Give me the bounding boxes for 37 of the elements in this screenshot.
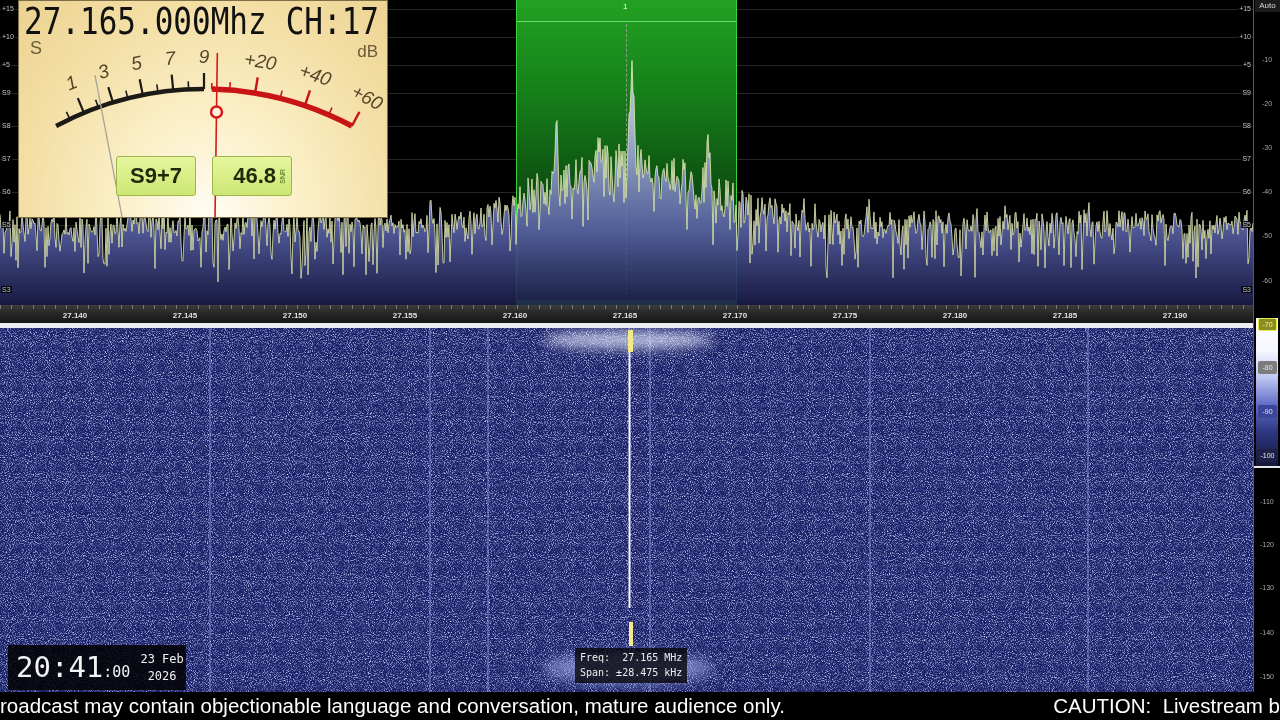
snr-value: 46.8 <box>233 165 276 187</box>
ticker-text: CAUTION: Livestream b <box>1053 695 1280 717</box>
ticker-text: roadcast may contain objectionable language and conversation, mature audience only. <box>0 695 785 717</box>
frequency-label: 27.170 <box>721 312 749 320</box>
cursor-value: 27.165 MHz <box>621 653 683 663</box>
clock-year: 2026 <box>147 670 177 682</box>
s-scale-label: 3 <box>95 59 112 83</box>
frequency-label: 27.145 <box>171 312 199 320</box>
channel-readout: CH:17 <box>285 2 379 40</box>
s-scale-label: 5 <box>129 51 144 75</box>
frequency-label: 27.180 <box>941 312 969 320</box>
frequency-label: 27.190 <box>1161 312 1189 320</box>
frequency-label: 27.175 <box>831 312 859 320</box>
signal-strength-display: S9+7 <box>116 156 196 196</box>
db-scale-label: +20 <box>242 48 278 75</box>
frequency-label: 27.150 <box>281 312 309 320</box>
frequency-label: 27.155 <box>391 312 419 320</box>
clock-seconds: :00 <box>103 665 131 680</box>
s-scale-label: 1 <box>62 71 81 95</box>
clock-date: 23 Feb <box>140 653 184 665</box>
cursor-label: Span: <box>580 668 611 678</box>
cursor-label: Freq: <box>580 653 611 663</box>
frequency-label: 27.140 <box>61 312 89 320</box>
db-scale-label: +60 <box>348 80 387 115</box>
frequency-label: 27.160 <box>501 312 529 320</box>
s-scale-label: 7 <box>163 47 177 70</box>
frequency-label: 27.165 <box>611 312 639 320</box>
db-unit-label: dB <box>357 43 378 60</box>
cursor-value: ±28.475 kHz <box>616 668 683 678</box>
auto-scale-button[interactable]: Auto <box>1255 0 1280 12</box>
s-unit-label: S <box>30 39 42 57</box>
frequency-readout: 27.165.000Mhz <box>24 2 267 40</box>
passband-label: 1 <box>623 3 628 11</box>
s-scale-label: 9 <box>198 46 210 67</box>
clock-time: 20:41 <box>16 653 104 682</box>
frequency-label: 27.185 <box>1051 312 1079 320</box>
db-scale-label: +40 <box>296 59 334 90</box>
